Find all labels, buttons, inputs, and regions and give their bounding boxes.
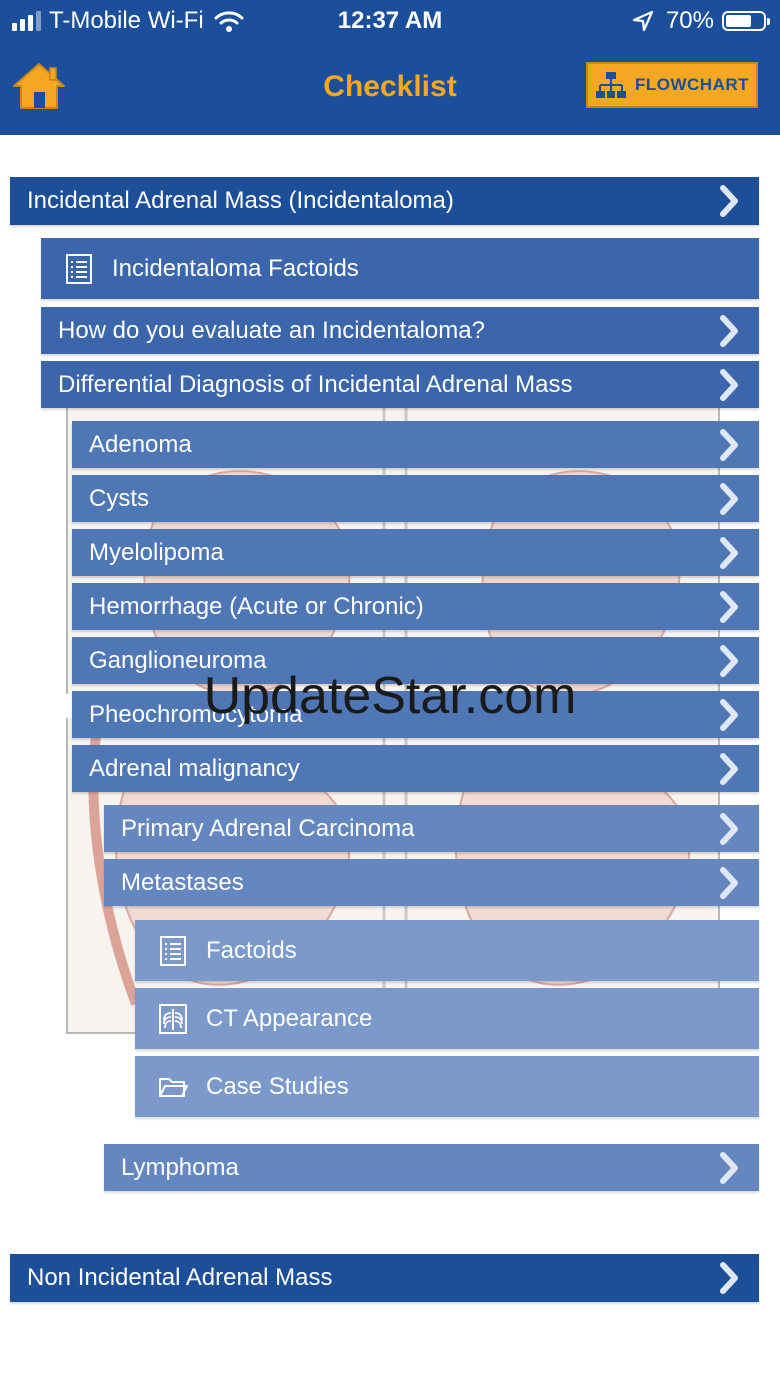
chevron-right-icon (720, 368, 738, 401)
chevron-right-icon (720, 590, 738, 623)
row-label: Adrenal malignancy (89, 754, 300, 782)
signal-icon (12, 11, 41, 31)
status-right: 70% (632, 7, 770, 35)
folder-icon (159, 1077, 188, 1097)
carrier-name: T-Mobile Wi-Fi (49, 7, 204, 34)
chevron-right-icon (720, 644, 738, 677)
list-icon (160, 935, 186, 966)
chevron-right-icon (720, 866, 738, 899)
row-factoids[interactable]: Factoids (135, 920, 759, 981)
row-ganglioneuroma[interactable]: Ganglioneuroma (72, 637, 759, 684)
row-label: Myelolipoma (89, 538, 224, 566)
row-label: Cysts (89, 484, 149, 512)
status-bar: T-Mobile Wi-Fi 12:37 AM 70% (0, 0, 780, 44)
row-label: Pheochromocytoma (89, 700, 303, 728)
battery-fill (726, 15, 751, 27)
row-ct-appearance[interactable]: CT Appearance (135, 988, 759, 1049)
row-label: Hemorrhage (Acute or Chronic) (89, 592, 424, 620)
status-left: T-Mobile Wi-Fi (12, 7, 244, 35)
row-label: Ganglioneuroma (89, 646, 267, 674)
row-incidentaloma-factoids[interactable]: Incidentaloma Factoids (41, 238, 759, 299)
wifi-icon (214, 11, 244, 32)
row-label: Incidentaloma Factoids (112, 254, 359, 282)
chevron-right-icon (720, 1262, 738, 1294)
row-primary-adrenal-carcinoma[interactable]: Primary Adrenal Carcinoma (104, 805, 759, 852)
row-differential-diagnosis[interactable]: Differential Diagnosis of Incidental Adr… (41, 361, 759, 408)
row-label: Primary Adrenal Carcinoma (121, 814, 415, 842)
flowchart-icon (595, 72, 626, 98)
chevron-right-icon (720, 752, 738, 785)
flowchart-button[interactable]: FLOWCHART (586, 62, 758, 108)
battery-icon (722, 11, 770, 31)
row-label: Lymphoma (121, 1153, 239, 1181)
row-incidental-adrenal-mass[interactable]: Incidental Adrenal Mass (Incidentaloma) (10, 177, 759, 225)
location-arrow-icon (632, 10, 654, 32)
battery-percent: 70% (665, 7, 714, 34)
flowchart-label: FLOWCHART (634, 75, 750, 94)
chevron-right-icon (720, 812, 738, 845)
chevron-right-icon (720, 698, 738, 731)
chevron-right-icon (720, 1151, 738, 1184)
list-icon (66, 253, 92, 284)
row-non-incidental-adrenal-mass[interactable]: Non Incidental Adrenal Mass (10, 1254, 759, 1302)
row-label: Metastases (121, 868, 244, 896)
row-label: Adenoma (89, 430, 192, 458)
xray-icon (159, 1003, 187, 1034)
row-label: Incidental Adrenal Mass (Incidentaloma) (27, 187, 454, 214)
row-cysts[interactable]: Cysts (72, 475, 759, 522)
row-pheochromocytoma[interactable]: Pheochromocytoma (72, 691, 759, 738)
row-label: Case Studies (206, 1072, 349, 1100)
chevron-right-icon (720, 314, 738, 347)
row-lymphoma[interactable]: Lymphoma (104, 1144, 759, 1191)
top-bar: T-Mobile Wi-Fi 12:37 AM 70% Checklist FL… (0, 0, 780, 135)
row-hemorrhage[interactable]: Hemorrhage (Acute or Chronic) (72, 583, 759, 630)
row-label: CT Appearance (206, 1004, 373, 1032)
row-label: Factoids (206, 936, 297, 964)
row-label: Non Incidental Adrenal Mass (27, 1264, 333, 1291)
row-case-studies[interactable]: Case Studies (135, 1056, 759, 1117)
row-label: How do you evaluate an Incidentaloma? (58, 316, 485, 344)
chevron-right-icon (720, 536, 738, 569)
row-adenoma[interactable]: Adenoma (72, 421, 759, 468)
chevron-right-icon (720, 428, 738, 461)
chevron-right-icon (720, 482, 738, 515)
row-evaluate-incidentaloma[interactable]: How do you evaluate an Incidentaloma? (41, 307, 759, 354)
row-label: Differential Diagnosis of Incidental Adr… (58, 370, 573, 398)
row-metastases[interactable]: Metastases (104, 859, 759, 906)
row-adrenal-malignancy[interactable]: Adrenal malignancy (72, 745, 759, 792)
chevron-right-icon (720, 185, 738, 217)
row-myelolipoma[interactable]: Myelolipoma (72, 529, 759, 576)
